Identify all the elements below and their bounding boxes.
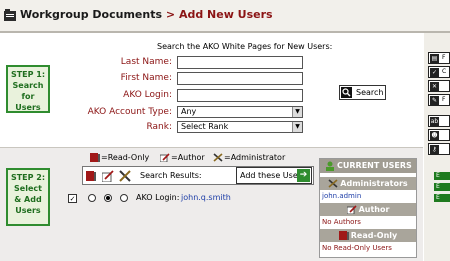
link-button-3[interactable]: E [434,194,450,202]
page-title: Workgroup Documents > Add New Users [20,8,273,21]
current-users-panel: CURRENT USERS Administrators john.admin … [319,158,417,258]
users-icon: ☻ [430,131,439,140]
result-login-label: AKO Login: [136,193,180,202]
toolbar-button-7[interactable]: ⚷ [428,143,450,155]
step1-line-1: STEP 1: [10,70,46,79]
add-users-button-label: Add these Users [240,171,306,180]
role-author-radio[interactable] [104,194,112,202]
current-users-header: CURRENT USERS [320,159,416,173]
chevron-down-icon: ▼ [292,122,302,132]
select-user-checkbox[interactable]: ✓ [68,194,77,203]
author-header: Author [320,203,416,216]
users-icon [326,161,334,171]
read-only-title: Read-Only [350,231,398,240]
toolbar-button-2-text: C [442,68,447,75]
folder-icon [4,9,16,21]
toolbar-button-2[interactable]: ✓ C [428,66,450,78]
legend-read-only-text: =Read-Only [101,153,150,162]
side-toolbar: ▤ F ✓ C ✕ ✎ F ab ☻ ⚷ E E E [424,33,450,261]
toolbar-button-5[interactable]: ab [428,115,450,127]
step1-line-2: Search [12,81,44,90]
step1-line-3: for Users [15,92,41,112]
pencil-icon [102,170,114,182]
tools-icon [213,153,223,162]
legend-author: =Author [160,153,205,162]
search-button-label: Search [356,88,384,97]
ako-login-label: AKO Login: [123,90,172,100]
book-icon [86,171,96,181]
toolbar-button-4[interactable]: ✎ F [428,94,450,106]
read-only-header: Read-Only [320,229,416,242]
edit-icon: ✎ [430,96,439,105]
role-administrator-radio[interactable] [120,194,128,202]
pencil-icon [346,205,357,214]
step2-line-1: STEP 2: [10,173,46,182]
close-icon: ✕ [430,82,439,91]
results-label: Search Results: [140,171,202,180]
account-type-select[interactable]: Any ▼ [177,106,303,118]
rename-icon: ab [430,117,439,126]
search-button[interactable]: Search [339,85,386,100]
administrators-header: Administrators [320,177,416,190]
first-name-input[interactable] [177,72,303,85]
step2-line-4: Users [15,206,41,215]
link-button-1[interactable]: E [434,172,450,180]
last-name-label: Last Name: [120,57,172,67]
key-icon: ⚷ [430,145,439,154]
tools-icon [328,179,338,188]
toolbar-button-1-text: F [442,54,446,61]
first-name-label: First Name: [120,73,172,83]
account-type-value: Any [181,107,197,116]
tools-icon [119,170,131,182]
legend-author-text: =Author [171,153,205,162]
pencil-icon [160,153,170,162]
breadcrumb-current: Add New Users [178,8,273,21]
book-icon [338,231,349,240]
no-authors-text: No Authors [322,218,361,226]
breadcrumb-separator: > [165,8,176,21]
legend-administrator-text: =Administrator [224,153,286,162]
search-icon [341,87,352,98]
toolbar-button-1[interactable]: ▤ F [428,52,450,64]
step2-results-section: STEP 2: Select & Add Users =Read-Only =A… [0,147,423,261]
step2-line-2: Select [14,184,42,193]
author-title: Author [358,205,390,214]
document-icon: ▤ [430,54,439,63]
result-login-value[interactable]: john.q.smith [181,193,231,202]
step1-search-section: STEP 1: Search for Users Search the AKO … [0,35,423,147]
breadcrumb-workgroup[interactable]: Workgroup Documents [20,8,162,21]
toolbar-button-3[interactable]: ✕ [428,80,450,92]
chevron-down-icon: ▼ [292,107,302,117]
account-type-label: AKO Account Type: [87,107,172,117]
book-icon [90,153,100,162]
administrator-user[interactable]: john.admin [322,192,361,200]
role-read-only-radio[interactable] [88,194,96,202]
no-read-only-text: No Read-Only Users [322,244,392,252]
result-row: ✓ AKO Login: john.q.smith [64,192,264,206]
add-users-button[interactable]: Add these Users ➔ [236,167,312,184]
last-name-input[interactable] [177,56,303,69]
rank-select[interactable]: Select Rank ▼ [177,121,303,133]
ako-login-input[interactable] [177,89,303,102]
search-heading: Search the AKO White Pages for New Users… [157,42,333,51]
check-icon: ✓ [430,68,439,77]
legend-read-only: =Read-Only [90,153,149,162]
step2-label: STEP 2: Select & Add Users [6,168,50,226]
rank-label: Rank: [146,122,172,132]
step2-line-3: & Add [14,195,42,204]
current-users-title: CURRENT USERS [337,161,412,170]
toolbar-button-4-text: F [442,96,446,103]
rank-value: Select Rank [181,122,229,131]
link-button-2[interactable]: E [434,183,450,191]
arrow-right-icon: ➔ [297,169,310,182]
page-header: Workgroup Documents > Add New Users [0,0,450,33]
administrators-title: Administrators [340,179,408,188]
toolbar-button-6[interactable]: ☻ [428,129,450,141]
legend-administrator: =Administrator [213,153,285,162]
step1-label: STEP 1: Search for Users [6,65,50,113]
